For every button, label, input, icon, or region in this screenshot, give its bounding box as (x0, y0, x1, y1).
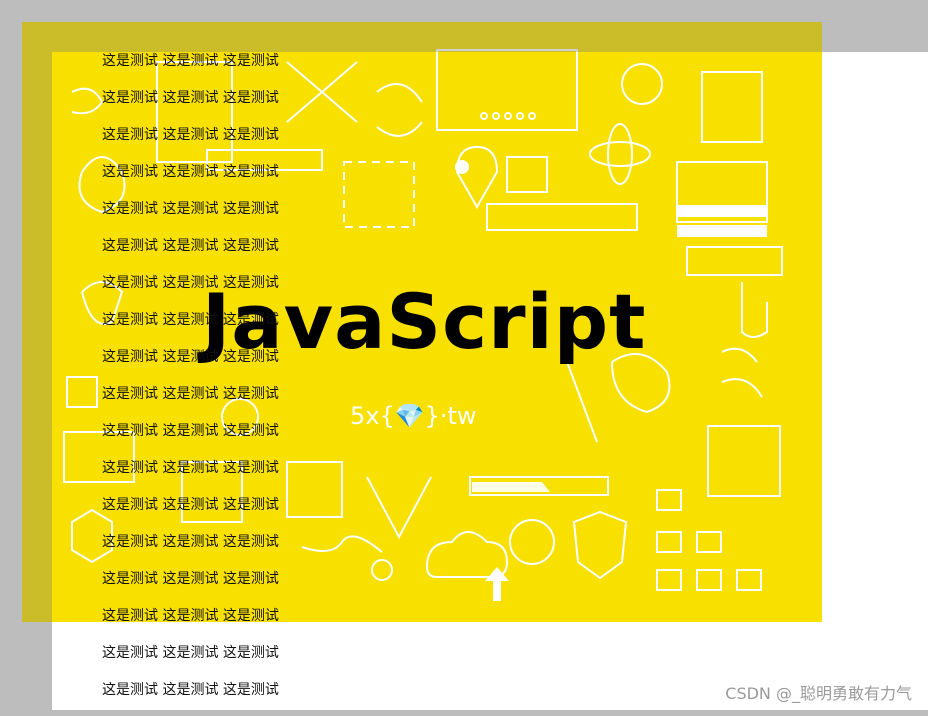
angular-logo-doodle (572, 510, 628, 580)
refresh-arrows-doodle (376, 83, 423, 137)
list-item: 这是测试 这是测试 这是测试 (102, 164, 279, 180)
u-shape-doodle (66, 376, 98, 408)
list-item: 这是测试 这是测试 这是测试 (102, 201, 279, 217)
button-doodle (686, 246, 783, 276)
bracket-doodle (71, 87, 104, 115)
clock-doodle (509, 519, 555, 565)
list-item: 这是测试 这是测试 这是测试 (102, 312, 279, 328)
list-item: 这是测试 这是测试 这是测试 (102, 386, 279, 402)
left-selection-overlay (22, 52, 52, 622)
crop-doodle (343, 161, 415, 228)
x-shape-doodle (286, 61, 358, 123)
list-item: 这是测试 这是测试 这是测试 (102, 608, 279, 624)
hand-pointer-doodle (741, 282, 768, 338)
list-item: 这是测试 这是测试 这是测试 (102, 571, 279, 587)
ok-window-doodle (707, 425, 781, 497)
tooltip-doodle (486, 203, 638, 231)
v-logo-doodle (366, 476, 432, 540)
progress-fill (472, 482, 550, 492)
list-item: 这是测试 这是测试 这是测试 (102, 349, 279, 365)
moon-shapes-doodle (721, 347, 763, 398)
pointer-doodle (566, 361, 598, 443)
top-selection-overlay (22, 22, 822, 52)
list-item: 这是测试 这是测试 这是测试 (102, 423, 279, 439)
list-item: 这是测试 这是测试 这是测试 (102, 238, 279, 254)
atom-doodle (589, 141, 651, 167)
map-pin-doodle (455, 145, 499, 210)
table-doodle (286, 461, 343, 518)
list-item: 这是测试 这是测试 这是测试 (102, 682, 279, 698)
page-canvas: JavaScript 5x{💎}·tw 这是测试 这是测试 这是测试 这是测试 … (0, 0, 928, 710)
list-item: 这是测试 这是测试 这是测试 (102, 645, 279, 661)
list-item: 这是测试 这是测试 这是测试 (102, 275, 279, 291)
test-text-list: 这是测试 这是测试 这是测试 这是测试 这是测试 这是测试 这是测试 这是测试 … (102, 50, 279, 716)
checkbox-doodle (506, 156, 548, 193)
list-item: 这是测试 这是测试 这是测试 (102, 90, 279, 106)
tree-diagram-doodle (656, 489, 682, 511)
brand-logo: 5x{💎}·tw (350, 402, 477, 430)
list-item: 这是测试 这是测试 这是测试 (102, 127, 279, 143)
list-item: 这是测试 这是测试 这是测试 (102, 497, 279, 513)
watermark-text: CSDN @_聪明勇敢有力气 (725, 684, 912, 703)
wire-doodle (301, 535, 383, 553)
list-item: 这是测试 这是测试 这是测试 (102, 460, 279, 476)
list-item: 这是测试 这是测试 这是测试 (102, 534, 279, 550)
dropdown-doodle (701, 71, 763, 143)
globe-doodle (621, 63, 663, 105)
list-item: 这是测试 这是测试 这是测试 (102, 53, 279, 69)
